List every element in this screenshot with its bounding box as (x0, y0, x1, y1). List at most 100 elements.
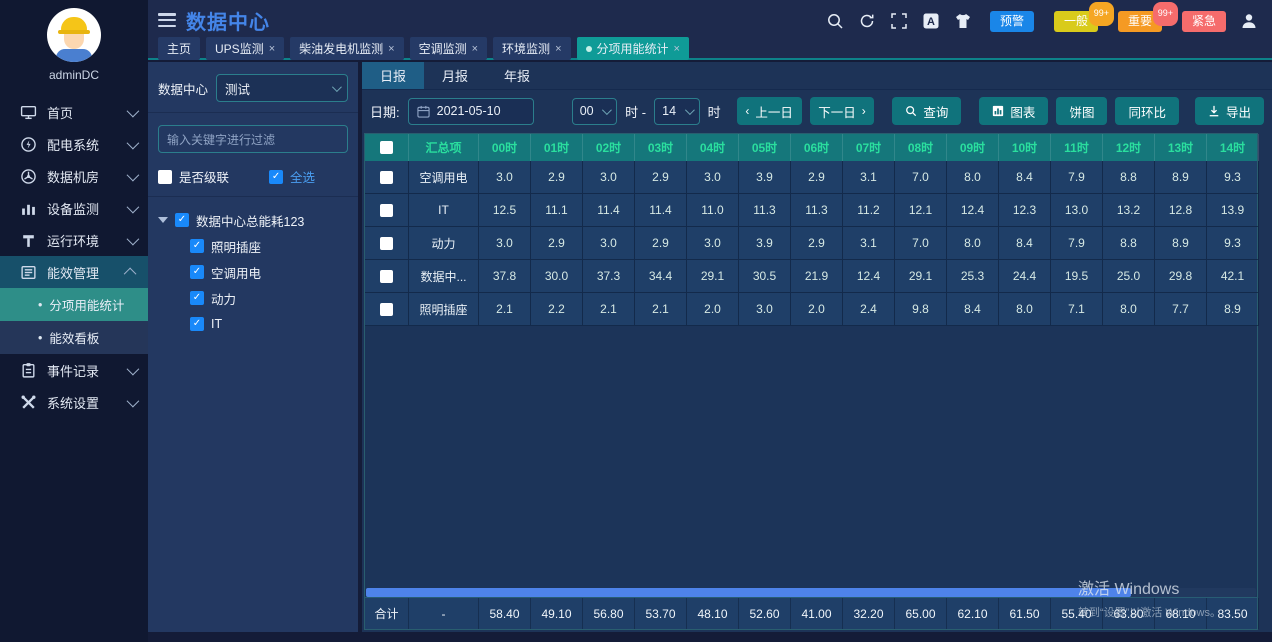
sidebar-item-设备监测[interactable]: 设备监测 (0, 192, 148, 224)
report-tab-日报[interactable]: 日报 (362, 62, 424, 89)
window-tab-主页[interactable]: 主页 (158, 37, 200, 60)
alarm-badge: 99+ (1089, 2, 1114, 26)
alarm-button-一般[interactable]: 一般 99+ (1054, 11, 1098, 32)
value-cell: 3.0 (583, 161, 635, 194)
tree-node-checkbox[interactable]: ✓ (190, 239, 204, 253)
row-checkbox[interactable] (380, 237, 393, 250)
hour-from-select[interactable]: 00 (572, 98, 617, 125)
value-cell: 2.9 (531, 161, 583, 194)
row-checkbox[interactable] (380, 204, 393, 217)
alarm-badge: 99+ (1153, 2, 1178, 26)
alarm-button-预警[interactable]: 预警 (990, 11, 1034, 32)
tree-node-checkbox[interactable]: ✓ (190, 265, 204, 279)
select-all-checkbox[interactable]: ✓ (269, 170, 283, 184)
chevron-left-icon: ‹ (745, 104, 749, 118)
tree-node-checkbox[interactable]: ✓ (190, 317, 204, 331)
tree-node-照明插座[interactable]: ✓ 照明插座 (158, 233, 348, 259)
sidebar-item-系统设置[interactable]: 系统设置 (0, 386, 148, 418)
sidebar-subitem-分项用能统计[interactable]: •分项用能统计 (0, 288, 148, 321)
sidebar-item-配电系统[interactable]: 配电系统 (0, 128, 148, 160)
compare-button[interactable]: 同环比 (1115, 97, 1179, 125)
table-row: 动力3.02.93.02.93.03.92.93.17.08.08.47.98.… (365, 227, 1257, 260)
datacenter-select[interactable]: 测试 (216, 74, 348, 102)
sidebar-subitem-能效看板[interactable]: •能效看板 (0, 321, 148, 354)
tree-node-动力[interactable]: ✓ 动力 (158, 285, 348, 311)
next-day-button[interactable]: 下一日 › (810, 97, 875, 125)
row-checkbox[interactable] (380, 303, 393, 316)
home-icon (20, 104, 37, 121)
window-tab-空调监测[interactable]: 空调监测 × (410, 37, 487, 60)
device-monitor-icon (20, 200, 37, 217)
bullet-icon: • (38, 298, 42, 312)
translate-icon[interactable]: A (922, 12, 940, 30)
window-tab-UPS监测[interactable]: UPS监测 × (206, 37, 284, 60)
sidebar-item-首页[interactable]: 首页 (0, 96, 148, 128)
fullscreen-icon[interactable] (890, 12, 908, 30)
hour-to-select[interactable]: 14 (654, 98, 699, 125)
search-icon[interactable] (826, 12, 844, 30)
close-icon[interactable]: × (674, 43, 680, 55)
pie-chart-button[interactable]: 饼图 (1056, 97, 1107, 125)
keyword-filter-input[interactable]: 输入关键字进行过滤 (158, 125, 348, 153)
close-icon[interactable]: × (269, 43, 275, 55)
user-avatar[interactable] (47, 8, 101, 62)
select-all-label: 全选 (290, 167, 315, 186)
cascade-label: 是否级联 (179, 167, 229, 186)
date-picker[interactable]: 2021-05-10 (408, 98, 534, 125)
value-cell: 7.7 (1155, 293, 1207, 326)
tree-root-node[interactable]: ✓ 数据中心总能耗123 (158, 207, 348, 233)
hour-to-value: 14 (662, 104, 684, 118)
report-tab-年报[interactable]: 年报 (486, 62, 548, 89)
value-cell: 12.3 (999, 194, 1051, 227)
row-checkbox[interactable] (380, 270, 393, 283)
search-icon (905, 105, 917, 117)
window-tab-环境监测[interactable]: 环境监测 × (493, 37, 570, 60)
value-cell: 11.4 (635, 194, 687, 227)
theme-shirt-icon[interactable] (954, 12, 972, 30)
alarm-button-重要[interactable]: 重要 99+ (1118, 11, 1162, 32)
prev-day-button[interactable]: ‹ 上一日 (737, 97, 802, 125)
query-button[interactable]: 查询 (892, 97, 961, 125)
window-tab-bar: 主页 UPS监测 × 柴油发电机监测 × 空调监测 × 环境监测 × 分项用能统… (148, 36, 1272, 60)
export-button[interactable]: 导出 (1195, 97, 1264, 125)
scrollbar-thumb[interactable] (366, 588, 1131, 597)
footer-value-cell: 52.60 (739, 598, 791, 629)
value-cell: 11.0 (687, 194, 739, 227)
page-title: 数据中心 (186, 6, 270, 35)
value-cell: 8.4 (999, 161, 1051, 194)
value-cell: 25.3 (947, 260, 999, 293)
cascade-checkbox[interactable] (158, 170, 172, 184)
window-tab-分项用能统计[interactable]: 分项用能统计 × (577, 37, 689, 60)
alarm-button-紧急[interactable]: 紧急 (1182, 11, 1226, 32)
value-cell: 12.8 (1155, 194, 1207, 227)
tree-node-checkbox[interactable]: ✓ (190, 291, 204, 305)
sidebar-submenu: •分项用能统计 •能效看板 (0, 288, 148, 354)
value-cell: 2.1 (635, 293, 687, 326)
value-cell: 11.3 (739, 194, 791, 227)
value-cell: 11.3 (791, 194, 843, 227)
value-cell: 3.0 (739, 293, 791, 326)
datacenter-label: 数据中心 (158, 79, 208, 98)
tree-node-IT[interactable]: ✓ IT (158, 311, 348, 337)
close-icon[interactable]: × (472, 43, 478, 55)
chart-button[interactable]: 图表 (979, 97, 1048, 125)
report-tab-月报[interactable]: 月报 (424, 62, 486, 89)
footer-value-cell: 68.10 (1155, 598, 1207, 629)
sidebar-item-数据机房[interactable]: 数据机房 (0, 160, 148, 192)
close-icon[interactable]: × (555, 43, 561, 55)
window-tab-柴油发电机监测[interactable]: 柴油发电机监测 × (290, 37, 403, 60)
value-cell: 37.8 (479, 260, 531, 293)
sidebar-item-运行环境[interactable]: 运行环境 (0, 224, 148, 256)
value-cell: 3.0 (479, 161, 531, 194)
row-checkbox[interactable] (380, 171, 393, 184)
tree-expand-caret-icon[interactable] (158, 217, 168, 223)
tree-root-checkbox[interactable]: ✓ (175, 213, 189, 227)
refresh-icon[interactable] (858, 12, 876, 30)
select-all-rows-checkbox[interactable] (380, 141, 393, 154)
sidebar-item-事件记录[interactable]: 事件记录 (0, 354, 148, 386)
menu-toggle-icon[interactable] (158, 13, 176, 27)
close-icon[interactable]: × (388, 43, 394, 55)
user-icon[interactable] (1240, 12, 1258, 30)
tree-node-空调用电[interactable]: ✓ 空调用电 (158, 259, 348, 285)
sidebar-item-能效管理[interactable]: 能效管理 (0, 256, 148, 288)
